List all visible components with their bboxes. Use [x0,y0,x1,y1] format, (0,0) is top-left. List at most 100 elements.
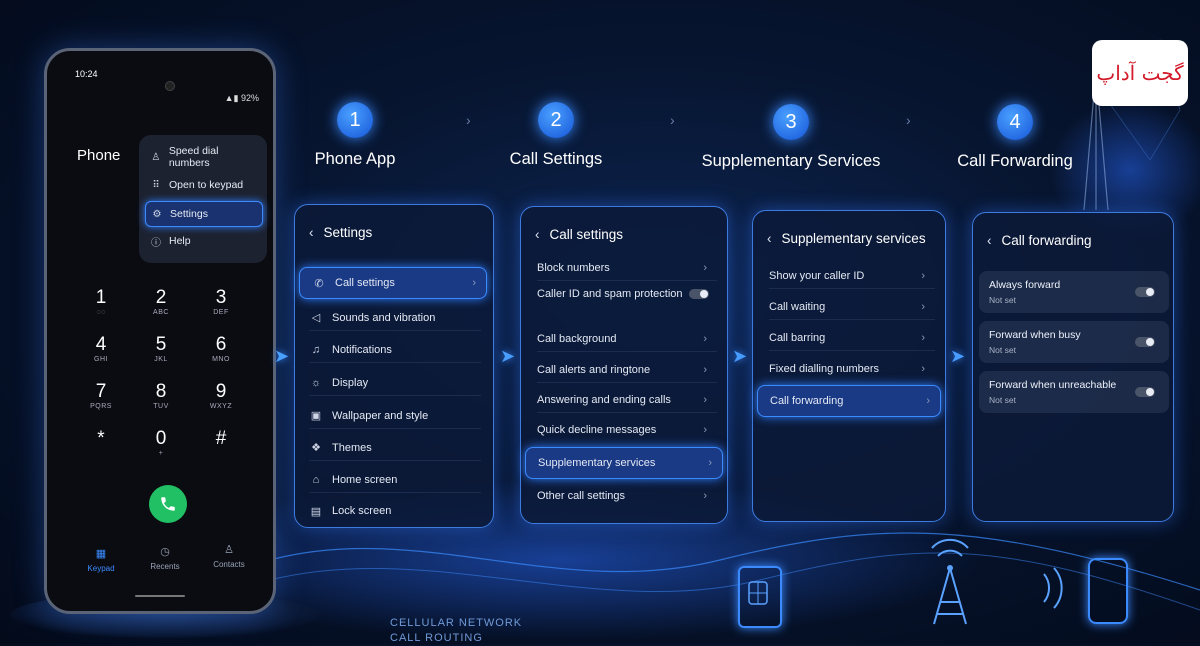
call-settings-item-caller-id[interactable]: Caller ID and spam protection [537,281,717,307]
key-2[interactable]: 2 ABC [131,287,191,316]
call-settings-panel: ‹ Call settings Block numbers › Caller ID … [520,206,728,524]
person-icon: ♙ [151,151,161,163]
step-title: Supplementary Services [701,152,881,170]
tab-recents[interactable]: ◷ Recents [135,545,195,571]
key-3[interactable]: 3 DEF [191,287,251,316]
key-0[interactable]: 0 + [131,428,191,457]
call-settings-item-alerts[interactable]: Call alerts and ringtone › [537,357,717,383]
key-digit: 0 [155,428,167,449]
settings-item-home-screen[interactable]: ⌂ Home screen [309,467,481,493]
key-hash[interactable]: # [191,428,251,450]
menu-item-help[interactable]: ⓘ Help [145,229,261,253]
back-icon[interactable]: ‹ [309,225,314,240]
settings-item-display[interactable]: ☼ Display [309,370,481,396]
item-label: Display [332,376,369,389]
menu-item-open-keypad[interactable]: ⠿ Open to keypad [145,173,261,197]
chevron-right-icon: › [703,261,707,274]
settings-item-themes[interactable]: ❖ Themes [309,435,481,461]
call-settings-item-decline-messages[interactable]: Quick decline messages › [537,417,717,443]
item-label: Supplementary services [538,457,656,469]
option-label: Forward when unreachable [989,379,1117,391]
always-forward-toggle[interactable] [1135,287,1155,297]
option-label: Forward when busy [989,329,1081,341]
panel-title-text: Call forwarding [1001,233,1092,248]
menu-item-settings[interactable]: ⚙ Settings [145,201,263,227]
key-digit: 6 [215,334,227,355]
key-1[interactable]: 1 ◌◌ [71,287,131,316]
tab-contacts[interactable]: ♙ Contacts [199,543,259,569]
signal-waves-icon [1043,567,1063,609]
call-settings-item-background[interactable]: Call background › [537,326,717,352]
forward-option-unreachable[interactable]: Forward when unreachable Not set [979,371,1169,413]
key-digit: 8 [155,381,167,402]
gear-icon: ⚙ [152,208,162,220]
call-settings-item-answering[interactable]: Answering and ending calls › [537,387,717,413]
settings-item-call-settings[interactable]: ✆ Call settings › [299,267,487,299]
cell-tower-icon [931,538,969,625]
call-button[interactable] [149,485,187,523]
forward-unreachable-toggle[interactable] [1135,387,1155,397]
key-digit: 7 [95,381,107,402]
chevron-right-icon: › [708,457,712,469]
supplementary-item-call-forwarding[interactable]: Call forwarding › [757,385,941,417]
call-settings-item-supplementary[interactable]: Supplementary services › [525,447,723,479]
menu-item-speed-dial[interactable]: ♙ Speed dial numbers [145,145,261,169]
step-number-badge: 2 [538,102,574,138]
supplementary-item-fdn[interactable]: Fixed dialling numbers › [769,356,935,382]
settings-item-notifications[interactable]: ♫ Notifications [309,337,481,363]
caller-id-toggle[interactable] [689,289,709,299]
key-6[interactable]: 6 MNO [191,334,251,363]
settings-item-wallpaper[interactable]: ▣ Wallpaper and style [309,403,481,429]
menu-item-label: Speed dial numbers [168,145,219,169]
home-indicator [135,595,185,597]
person-icon: ♙ [224,544,234,556]
back-icon[interactable]: ‹ [767,231,772,246]
key-star[interactable]: * [71,428,131,450]
phone-device: 10:24 ▲▮ 92% Phone ⋮ ♙Speed dial numbers… [44,48,276,614]
key-8[interactable]: 8 TUV [131,381,191,410]
item-label: Caller ID and spam protection [537,288,683,300]
chevron-right-icon: › [921,331,925,344]
item-label: Other call settings [537,490,626,502]
menu-item-label: Open to keypad [169,179,244,191]
option-status: Not set [989,295,1016,305]
back-icon[interactable]: ‹ [535,227,540,242]
supplementary-item-call-waiting[interactable]: Call waiting › [769,294,935,320]
supplementary-item-caller-id[interactable]: Show your caller ID › [769,263,935,289]
key-letters: WXYZ [209,403,233,410]
back-icon[interactable]: ‹ [987,233,992,248]
forward-busy-toggle[interactable] [1135,337,1155,347]
chevron-right-icon: › [921,300,925,313]
forward-option-always[interactable]: Always forward Not set [979,271,1169,313]
step-number-badge: 1 [337,102,373,138]
key-letters: GHI [94,356,108,363]
menu-item-label: Help [169,235,191,247]
key-5[interactable]: 5 JKL [131,334,191,363]
call-settings-item-other[interactable]: Other call settings › [537,483,717,509]
key-digit: 4 [95,334,107,355]
key-digit: * [97,428,105,449]
speaker-icon: ◁ [311,312,321,324]
tab-keypad[interactable]: ▦ Keypad [71,547,131,573]
forward-option-busy[interactable]: Forward when busy Not set [979,321,1169,363]
chevron-right-icon: › [921,269,925,282]
key-7[interactable]: 7 PQRS [71,381,131,410]
supplementary-services-panel: ‹ Supplementary services Show your caller… [752,210,946,522]
lock-icon: ▤ [310,505,322,518]
option-status: Not set [989,345,1016,355]
front-camera [165,81,175,91]
settings-item-lock-screen[interactable]: ▤ Lock screen [309,498,481,524]
supplementary-item-call-barring[interactable]: Call barring › [769,325,935,351]
call-settings-item-block[interactable]: Block numbers › [537,255,717,281]
settings-item-sounds[interactable]: ◁ Sounds and vibration [309,305,481,331]
key-9[interactable]: 9 WXYZ [191,381,251,410]
flow-arrow-icon: ➤ [500,346,516,366]
chevron-right-icon: › [466,112,471,128]
key-4[interactable]: 4 GHI [71,334,131,363]
item-label: Themes [332,441,372,454]
item-label: Sounds and vibration [332,311,436,324]
step-1: 1 Phone App [300,102,410,169]
bell-icon: ♫ [311,343,321,356]
item-label: Show your caller ID [769,269,865,282]
chevron-right-icon: › [472,277,476,289]
